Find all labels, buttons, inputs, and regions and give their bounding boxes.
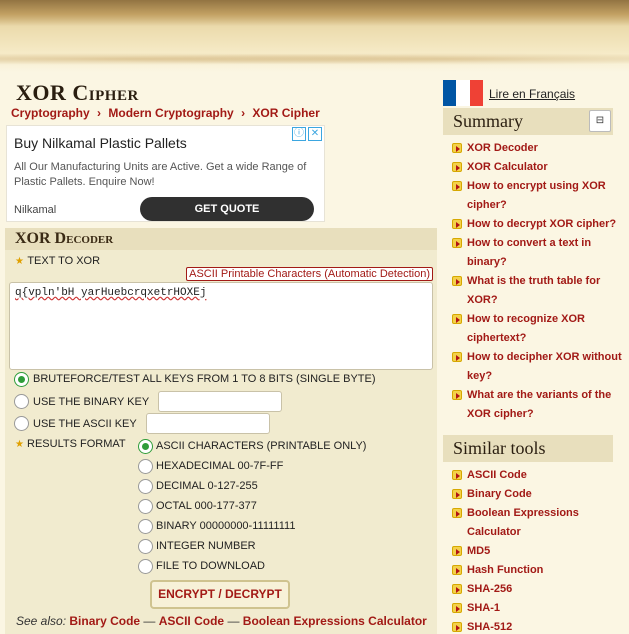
- bullet-arrow-icon: [452, 565, 462, 575]
- ascii-key-input[interactable]: [146, 413, 270, 434]
- similar-tool-item[interactable]: ASCII Code: [452, 466, 626, 485]
- summary-title: Summary: [453, 111, 523, 131]
- ad-box[interactable]: ⓘ ✕ Buy Nilkamal Plastic Pallets All Our…: [6, 125, 325, 222]
- parchment-header: [0, 0, 629, 72]
- get-quote-button[interactable]: GET QUOTE: [140, 197, 314, 221]
- similar-tools-title: Similar tools: [453, 438, 546, 458]
- encrypt-decrypt-button[interactable]: ENCRYPT / DECRYPT: [150, 580, 290, 609]
- see-also-binary-code[interactable]: Binary Code: [69, 614, 140, 628]
- see-also-ascii-code[interactable]: ASCII Code: [159, 614, 224, 628]
- summary-item[interactable]: How to decrypt XOR cipher?: [452, 215, 626, 234]
- summary-list: XOR Decoder XOR Calculator How to encryp…: [452, 139, 626, 424]
- format-binary-radio[interactable]: [138, 519, 153, 534]
- see-also-label: See also:: [16, 614, 67, 628]
- ascii-key-radio[interactable]: [14, 416, 29, 431]
- breadcrumb-cryptography[interactable]: Cryptography: [11, 106, 90, 120]
- bullet-arrow-icon: [452, 238, 462, 248]
- text-to-xor-input[interactable]: q{vpln'bH yarHuebcrqxetrHOXEj: [9, 282, 433, 370]
- ascii-detection-badge: ASCII Printable Characters (Automatic De…: [186, 267, 433, 281]
- star-icon: ★: [15, 439, 24, 450]
- similar-tool-item[interactable]: MD5: [452, 542, 626, 561]
- ad-advertiser: Nilkamal: [14, 204, 57, 216]
- summary-item[interactable]: How to encrypt using XOR cipher?: [452, 177, 626, 215]
- bullet-arrow-icon: [452, 508, 462, 518]
- binary-key-radio[interactable]: [14, 394, 29, 409]
- breadcrumb-modern-cryptography[interactable]: Modern Cryptography: [108, 106, 233, 120]
- summary-header: Summary ⊟: [443, 108, 613, 135]
- format-file-radio[interactable]: [138, 559, 153, 574]
- decoder-title: XOR Decoder: [15, 230, 114, 247]
- bullet-arrow-icon: [452, 489, 462, 499]
- info-icon[interactable]: ⓘ: [292, 127, 306, 141]
- format-label: BINARY 00000000-11111111: [156, 520, 296, 532]
- page-title: XOR Cipher: [16, 80, 139, 105]
- summary-item[interactable]: What are the variants of the XOR cipher?: [452, 386, 626, 424]
- breadcrumb-sep: ›: [241, 106, 246, 120]
- see-also: See also: Binary Code — ASCII Code — Boo…: [16, 614, 427, 628]
- format-hex-radio[interactable]: [138, 459, 153, 474]
- decoder-header: XOR Decoder: [5, 228, 437, 250]
- format-label: DECIMAL 0-127-255: [156, 480, 258, 492]
- format-label: FILE TO DOWNLOAD: [156, 560, 266, 572]
- breadcrumb: Cryptography › Modern Cryptography › XOR…: [11, 106, 320, 120]
- bullet-arrow-icon: [452, 390, 462, 400]
- summary-item[interactable]: How to convert a text in binary?: [452, 234, 626, 272]
- similar-tool-item[interactable]: Binary Code: [452, 485, 626, 504]
- bullet-arrow-icon: [452, 546, 462, 556]
- similar-tools-list: ASCII Code Binary Code Boolean Expressio…: [452, 466, 626, 634]
- see-also-sep: —: [227, 614, 240, 628]
- bullet-arrow-icon: [452, 219, 462, 229]
- format-ascii-radio[interactable]: [136, 437, 155, 456]
- ad-body: All Our Manufacturing Units are Active. …: [14, 161, 307, 188]
- similar-tool-item[interactable]: SHA-256: [452, 580, 626, 599]
- similar-tools-header: Similar tools: [443, 435, 613, 462]
- xor-decoder-panel: XOR Decoder ★ TEXT TO XOR ASCII Printabl…: [5, 228, 437, 634]
- see-also-sep: —: [143, 614, 156, 628]
- bullet-arrow-icon: [452, 181, 462, 191]
- format-label: OCTAL 000-177-377: [156, 500, 257, 512]
- summary-item[interactable]: How to recognize XOR ciphertext?: [452, 310, 626, 348]
- similar-tool-item[interactable]: Hash Function: [452, 561, 626, 580]
- see-also-boolean-calculator[interactable]: Boolean Expressions Calculator: [243, 614, 427, 628]
- format-label: INTEGER NUMBER: [156, 540, 256, 552]
- french-flag-icon[interactable]: [443, 80, 483, 106]
- bruteforce-radio[interactable]: [12, 370, 31, 389]
- bullet-arrow-icon: [452, 162, 462, 172]
- summary-item[interactable]: How to decipher XOR without key?: [452, 348, 626, 386]
- bullet-arrow-icon: [452, 603, 462, 613]
- ad-controls: ⓘ ✕: [292, 127, 322, 141]
- french-language-link[interactable]: Lire en Français: [489, 87, 575, 101]
- text-to-xor-label: ★ TEXT TO XOR: [15, 255, 101, 267]
- binary-key-input[interactable]: [158, 391, 282, 412]
- collapse-icon[interactable]: ⊟: [589, 110, 611, 132]
- ad-title[interactable]: Buy Nilkamal Plastic Pallets: [14, 135, 187, 151]
- summary-item[interactable]: What is the truth table for XOR?: [452, 272, 626, 310]
- close-icon[interactable]: ✕: [308, 127, 322, 141]
- bullet-arrow-icon: [452, 470, 462, 480]
- format-decimal-radio[interactable]: [138, 479, 153, 494]
- bullet-arrow-icon: [452, 143, 462, 153]
- summary-item[interactable]: XOR Decoder: [452, 139, 626, 158]
- similar-tool-item[interactable]: SHA-512: [452, 618, 626, 634]
- format-octal-radio[interactable]: [138, 499, 153, 514]
- star-icon: ★: [15, 256, 24, 267]
- breadcrumb-xor-cipher[interactable]: XOR Cipher: [252, 106, 319, 120]
- format-label: HEXADECIMAL 00-7F-FF: [156, 460, 284, 472]
- summary-item[interactable]: XOR Calculator: [452, 158, 626, 177]
- binary-key-label: USE THE BINARY KEY: [33, 396, 150, 408]
- bullet-arrow-icon: [452, 352, 462, 362]
- similar-tool-item[interactable]: Boolean Expressions Calculator: [452, 504, 626, 542]
- results-format-label: ★ RESULTS FORMAT: [15, 438, 126, 450]
- bullet-arrow-icon: [452, 276, 462, 286]
- format-integer-radio[interactable]: [138, 539, 153, 554]
- ascii-key-label: USE THE ASCII KEY: [33, 418, 137, 430]
- similar-tool-item[interactable]: SHA-1: [452, 599, 626, 618]
- bullet-arrow-icon: [452, 314, 462, 324]
- format-label: ASCII CHARACTERS (PRINTABLE ONLY): [156, 440, 367, 452]
- bullet-arrow-icon: [452, 622, 462, 632]
- bullet-arrow-icon: [452, 584, 462, 594]
- breadcrumb-sep: ›: [97, 106, 102, 120]
- bruteforce-label: BRUTEFORCE/TEST ALL KEYS FROM 1 TO 8 BIT…: [33, 373, 376, 385]
